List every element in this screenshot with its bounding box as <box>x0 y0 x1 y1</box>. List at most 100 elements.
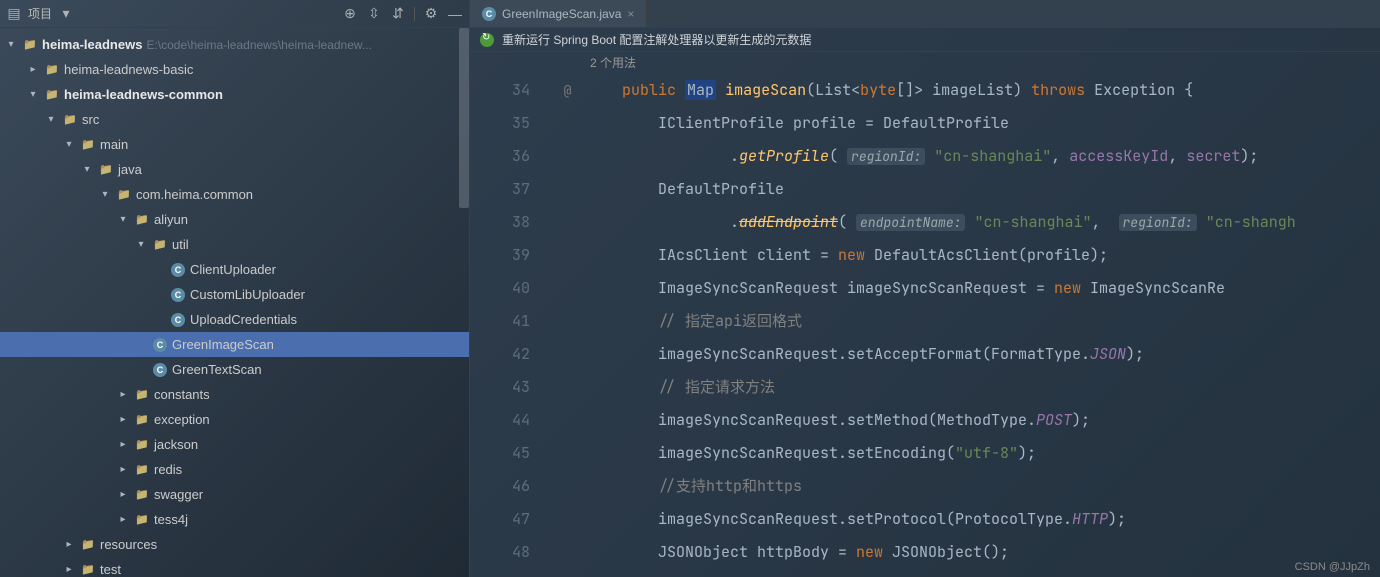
folder-icon <box>44 62 60 78</box>
tree-label: redis <box>154 462 182 477</box>
tree-label: aliyun <box>154 212 188 227</box>
tree-row[interactable]: ▸ test <box>0 557 469 577</box>
tree-row[interactable]: CGreenTextScan <box>0 357 469 382</box>
tree-label: GreenImageScan <box>172 337 274 352</box>
tree-row[interactable]: CGreenImageScan <box>0 332 469 357</box>
tree-arrow[interactable]: ▾ <box>134 239 148 250</box>
folder-icon <box>116 187 132 203</box>
tree-arrow[interactable]: ▾ <box>80 164 94 175</box>
tab-bar: C GreenImageScan.java × <box>470 0 1380 28</box>
tree-row[interactable]: ▾ java <box>0 157 469 182</box>
tab-title: GreenImageScan.java <box>502 7 621 21</box>
folder-icon <box>134 212 150 228</box>
folder-icon <box>80 562 96 577</box>
tree-arrow[interactable]: ▸ <box>116 489 130 500</box>
tree-arrow[interactable]: ▾ <box>44 114 58 125</box>
editor-panel: C GreenImageScan.java × 重新运行 Spring Boot… <box>470 0 1380 577</box>
tree-row[interactable]: ▸constants <box>0 382 469 407</box>
tree-row[interactable]: ▸ tess4j <box>0 507 469 532</box>
folder-icon <box>22 37 38 53</box>
java-class-icon: C <box>482 7 496 21</box>
notification-text: 重新运行 Spring Boot 配置注解处理器以更新生成的元数据 <box>502 31 811 48</box>
tree-label: ClientUploader <box>190 262 276 277</box>
tree-row[interactable]: C CustomLibUploader <box>0 282 469 307</box>
folder-icon <box>134 512 150 528</box>
code-editor[interactable]: 343536373839404142434445464748 @ public … <box>470 74 1380 577</box>
tree-arrow[interactable]: ▸ <box>116 514 130 525</box>
tree-row[interactable]: C ClientUploader <box>0 257 469 282</box>
tree-arrow[interactable]: ▸ <box>116 439 130 450</box>
tree-row[interactable]: ▾util <box>0 232 469 257</box>
tree-row[interactable]: ▾ main <box>0 132 469 157</box>
java-class-icon: C <box>170 287 186 303</box>
refresh-icon <box>480 33 494 47</box>
close-icon[interactable]: × <box>627 7 634 21</box>
tree-row[interactable]: ▸ redis <box>0 457 469 482</box>
tree-label: heima-leadnews-common <box>64 87 223 102</box>
folder-icon <box>98 162 114 178</box>
project-toolbar: ▤ 项目 ▾ ⊕ ⇳ ⇵ ⚙ — <box>0 0 469 28</box>
usages-hint[interactable]: 2 个用法 <box>470 52 1380 74</box>
tree-row[interactable]: ▸ exception <box>0 407 469 432</box>
tree-label: main <box>100 137 128 152</box>
tree-label: java <box>118 162 142 177</box>
tree-label: test <box>100 562 121 577</box>
tree-arrow[interactable]: ▸ <box>62 539 76 550</box>
tree-root[interactable]: ▾ heima-leadnews E:\code\heima-leadnews\… <box>0 32 469 57</box>
tree-row[interactable]: ▸ resources <box>0 532 469 557</box>
tree-arrow[interactable]: ▾ <box>116 214 130 225</box>
expand-icon[interactable]: ⇳ <box>366 6 382 22</box>
tree-arrow[interactable]: ▾ <box>26 89 40 100</box>
tree-arrow[interactable]: ▾ <box>98 189 112 200</box>
tree-label: com.heima.common <box>136 187 253 202</box>
tree-row[interactable]: C UploadCredentials <box>0 307 469 332</box>
folder-icon <box>80 137 96 153</box>
project-tree[interactable]: ▾ heima-leadnews E:\code\heima-leadnews\… <box>0 28 469 577</box>
tree-label: src <box>82 112 99 127</box>
java-class-icon: C <box>170 312 186 328</box>
tree-row[interactable]: ▸ jackson <box>0 432 469 457</box>
locate-icon[interactable]: ⊕ <box>342 6 358 22</box>
chevron-down-icon[interactable]: ▾ <box>58 6 74 22</box>
chevron-down-icon[interactable]: ▾ <box>4 39 18 50</box>
tree-label: exception <box>154 412 210 427</box>
scrollbar-thumb[interactable] <box>459 28 469 208</box>
gear-icon[interactable]: ⚙ <box>423 6 439 22</box>
tree-path: E:\code\heima-leadnews\heima-leadnew... <box>146 38 371 52</box>
tree-label: jackson <box>154 437 198 452</box>
tree-arrow[interactable]: ▾ <box>62 139 76 150</box>
folder-icon <box>134 387 150 403</box>
minimize-icon[interactable]: — <box>447 6 463 22</box>
folder-icon <box>44 87 60 103</box>
tree-label: GreenTextScan <box>172 362 262 377</box>
tree-arrow[interactable]: ▸ <box>26 64 40 75</box>
java-class-icon: C <box>170 262 186 278</box>
tree-arrow[interactable]: ▸ <box>116 389 130 400</box>
tree-row[interactable]: ▾ com.heima.common <box>0 182 469 207</box>
tree-label: CustomLibUploader <box>190 287 305 302</box>
tree-row[interactable]: ▾ aliyun <box>0 207 469 232</box>
tree-label: resources <box>100 537 157 552</box>
project-panel: ▤ 项目 ▾ ⊕ ⇳ ⇵ ⚙ — ▾ heima-leadnews E:\cod… <box>0 0 470 577</box>
tree-arrow[interactable]: ▸ <box>116 464 130 475</box>
project-label[interactable]: 项目 <box>28 5 52 22</box>
tree-arrow[interactable]: ▸ <box>116 414 130 425</box>
tree-label: tess4j <box>154 512 188 527</box>
collapse-icon[interactable]: ⇵ <box>390 6 406 22</box>
gutter-icons: @ <box>540 74 595 577</box>
tree-row[interactable]: ▸swagger <box>0 482 469 507</box>
code-area[interactable]: public Map imageScan(List<byte[]> imageL… <box>595 74 1380 577</box>
tree-row[interactable]: ▾ heima-leadnews-common <box>0 82 469 107</box>
line-gutter: 343536373839404142434445464748 <box>470 74 540 577</box>
editor-tab[interactable]: C GreenImageScan.java × <box>470 0 647 27</box>
tree-label: UploadCredentials <box>190 312 297 327</box>
tree-arrow[interactable]: ▸ <box>62 564 76 575</box>
tree-row[interactable]: ▾ src <box>0 107 469 132</box>
tree-row[interactable]: ▸ heima-leadnews-basic <box>0 57 469 82</box>
tree-label: heima-leadnews <box>42 37 142 52</box>
tree-label: heima-leadnews-basic <box>64 62 193 77</box>
folder-icon <box>134 462 150 478</box>
folder-icon <box>152 237 168 253</box>
notification-bar[interactable]: 重新运行 Spring Boot 配置注解处理器以更新生成的元数据 <box>470 28 1380 52</box>
folder-icon <box>134 412 150 428</box>
